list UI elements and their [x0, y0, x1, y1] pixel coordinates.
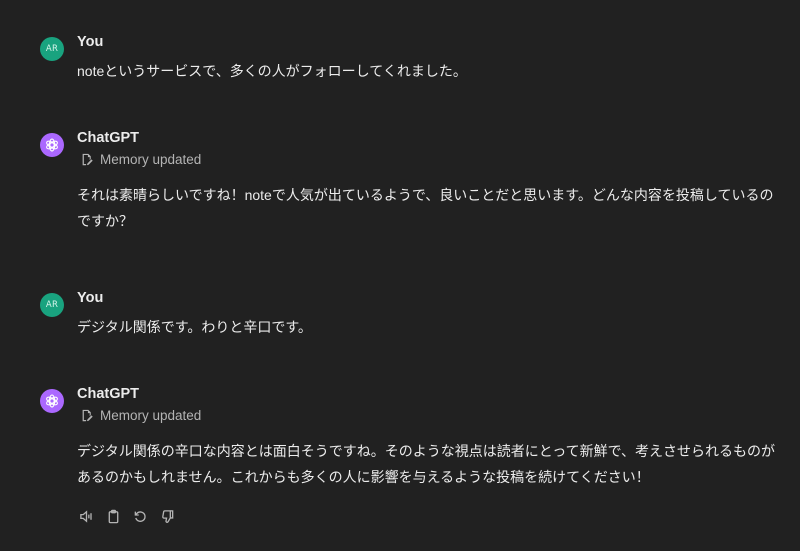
memory-label: Memory updated	[100, 408, 202, 423]
memory-updated-indicator[interactable]: Memory updated	[81, 408, 201, 423]
message-author: You	[77, 290, 104, 306]
regenerate-icon	[134, 510, 146, 522]
avatar-initials: AR	[45, 300, 59, 310]
openai-logo-icon	[46, 394, 58, 408]
user-avatar: AR	[40, 37, 64, 61]
memory-icon	[82, 409, 93, 422]
message-text: デジタル関係の辛口な内容とは面白そうですね。そのような視点は読者にとって新鮮で、…	[77, 443, 776, 485]
speaker-icon	[79, 509, 92, 523]
message-text: noteというサービスで、多くの人がフォローしてくれました。	[77, 63, 467, 79]
openai-logo-icon	[46, 138, 58, 152]
message-text: デジタル関係です。わりと辛口です。	[77, 319, 312, 335]
thumbs-down-icon	[161, 509, 173, 523]
memory-updated-indicator[interactable]: Memory updated	[81, 152, 201, 167]
copy-icon	[108, 509, 118, 523]
chatgpt-avatar	[40, 389, 64, 413]
chat-thread: AR You noteというサービスで、多くの人がフォローしてくれました。 Ch…	[0, 0, 800, 551]
user-avatar: AR	[40, 293, 64, 317]
bad-response-button[interactable]	[158, 507, 176, 525]
regenerate-button[interactable]	[131, 507, 149, 525]
memory-label: Memory updated	[100, 152, 202, 167]
chatgpt-avatar	[40, 133, 64, 157]
message-author: ChatGPT	[77, 386, 140, 402]
message-author: ChatGPT	[77, 130, 140, 146]
copy-button[interactable]	[104, 507, 122, 525]
message-actions	[77, 507, 176, 525]
avatar-initials: AR	[45, 44, 59, 54]
read-aloud-button[interactable]	[77, 507, 95, 525]
message-text: それは素晴らしいですね！noteで人気が出ているようで、良いことだと思います。ど…	[77, 187, 774, 229]
message-author: You	[77, 34, 104, 50]
memory-icon	[82, 153, 93, 166]
